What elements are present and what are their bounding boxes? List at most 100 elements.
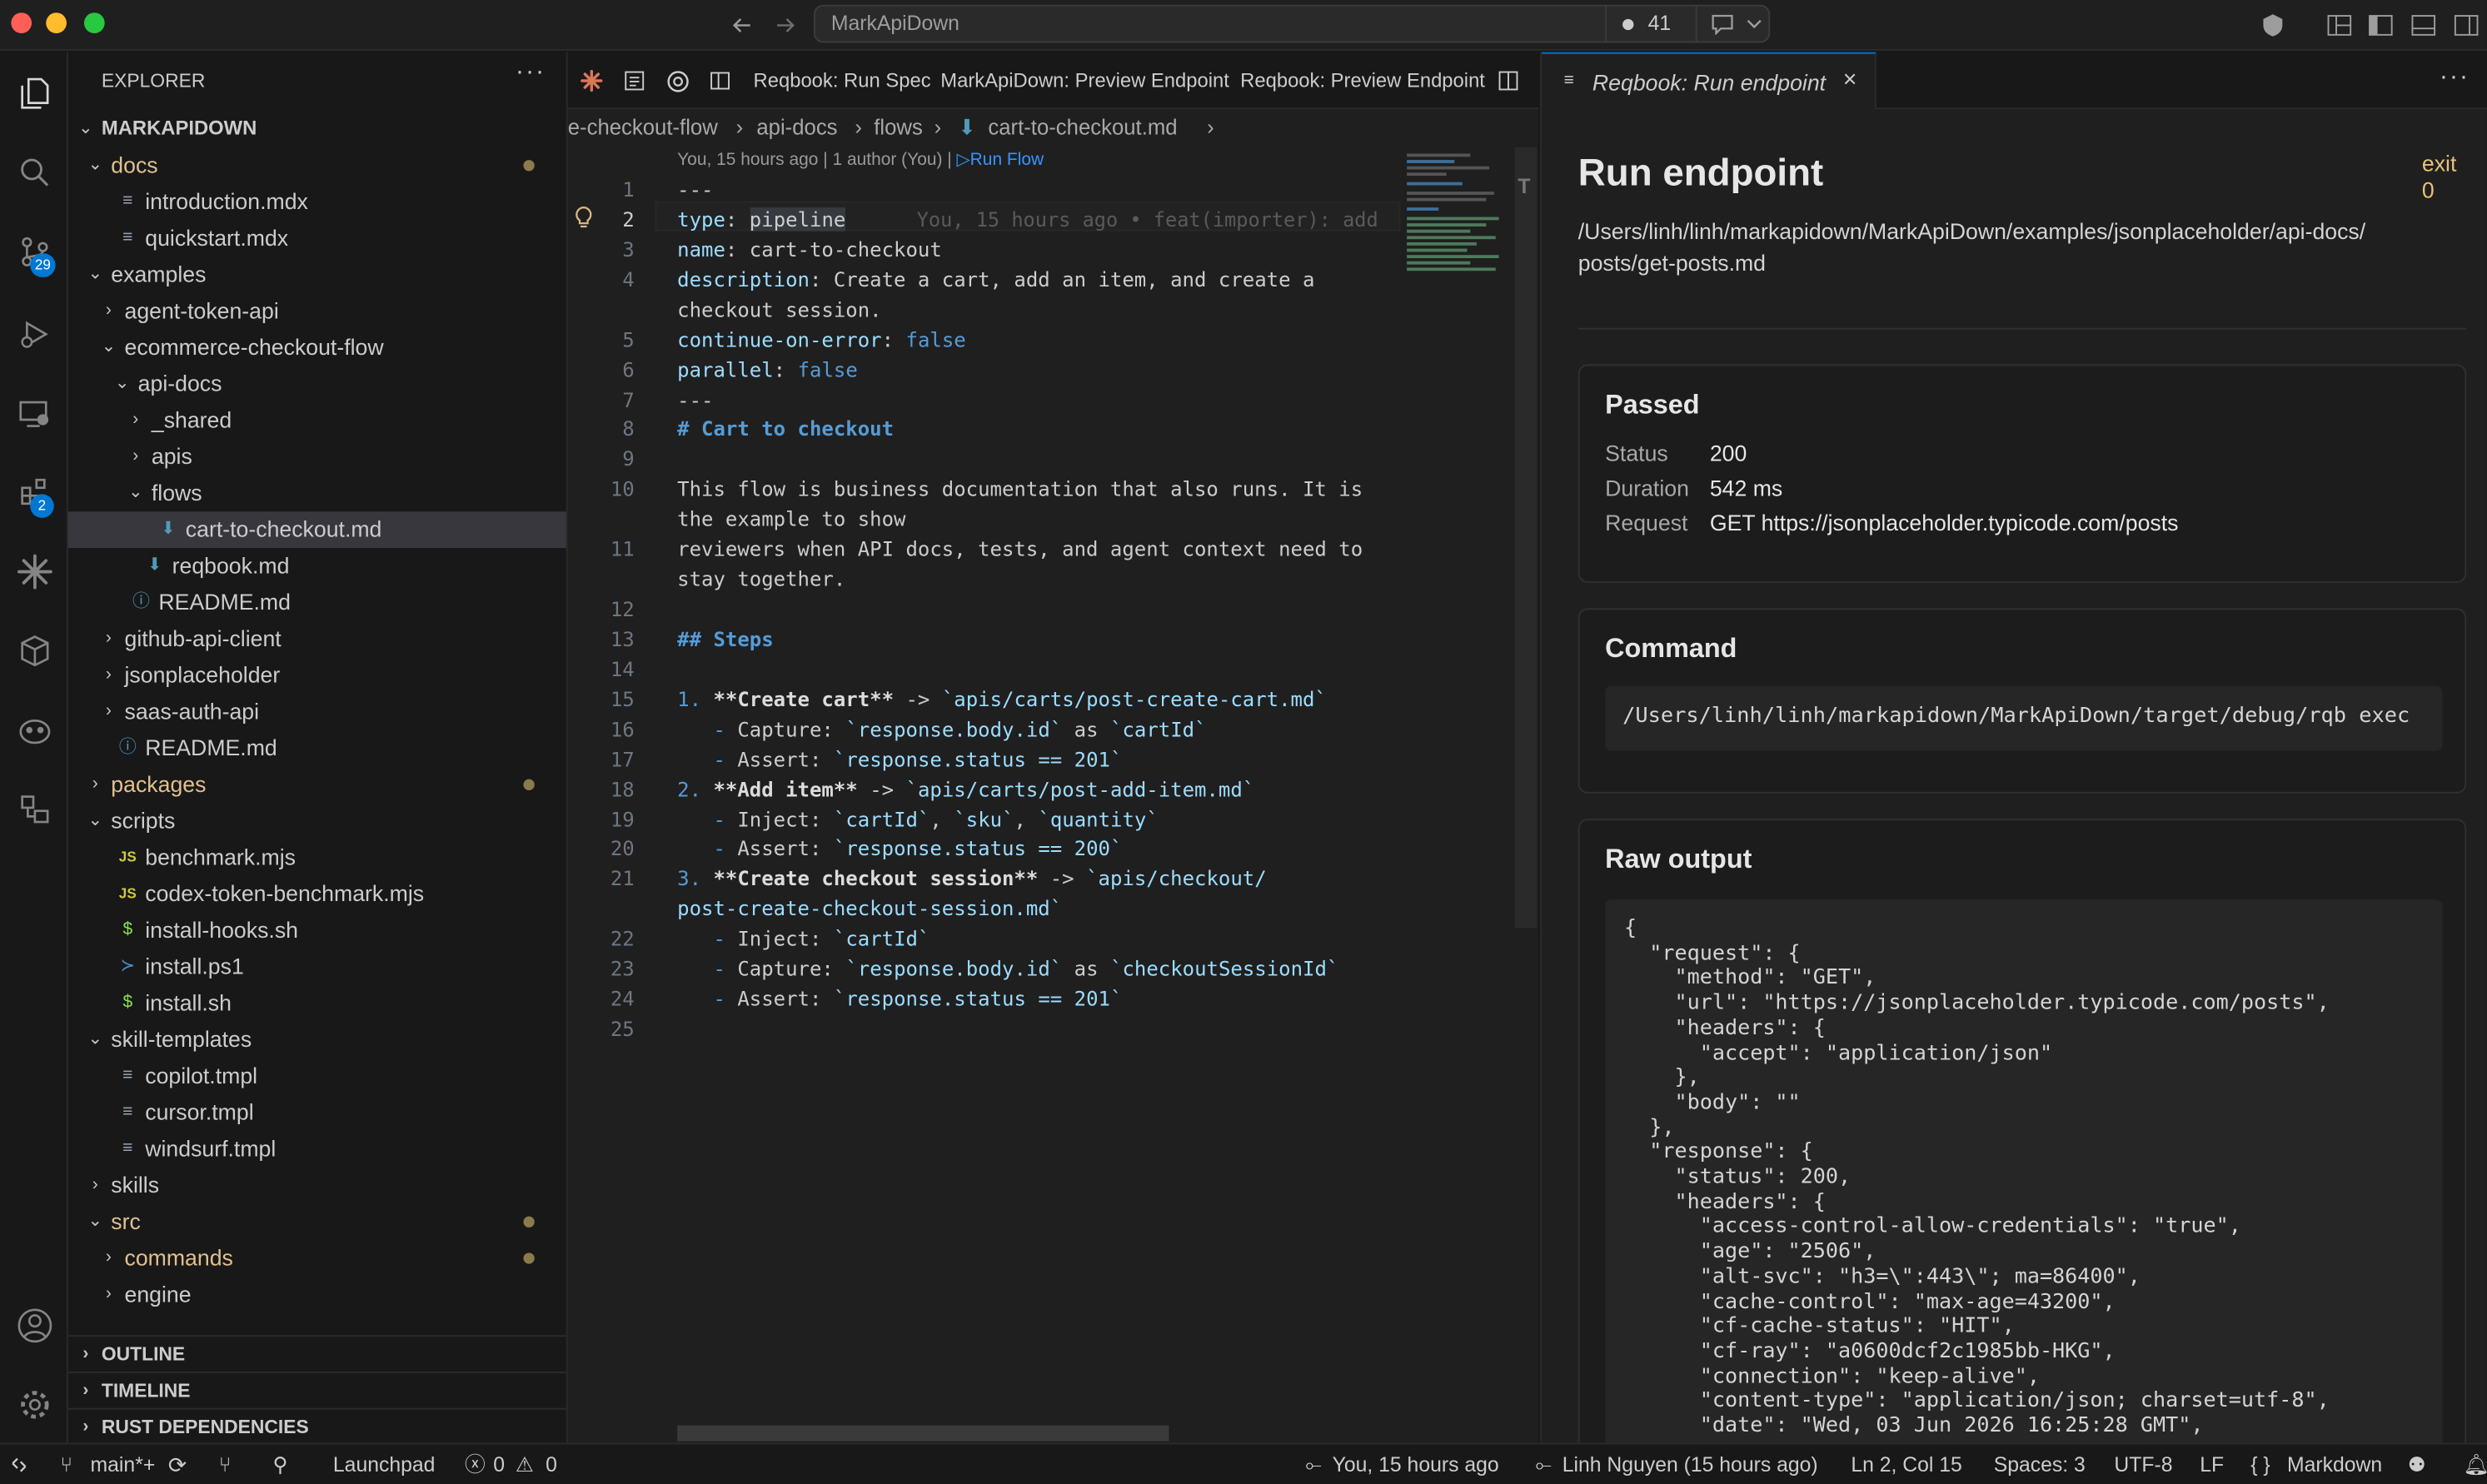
breadcrumb-item[interactable]: e-checkout-flow [568,109,718,147]
remote-explorer-icon[interactable] [9,388,60,439]
explorer-more-actions-icon[interactable]: ··· [516,58,546,87]
run-endpoint-tab[interactable]: ≡ Reqbook: Run endpoint × [1541,52,1876,110]
back-arrow-icon[interactable] [726,9,758,41]
openai-icon[interactable] [665,68,690,93]
file-item[interactable]: ≡ cursor.tmpl [68,1094,566,1131]
folder-item[interactable]: › commands [68,1240,566,1277]
folder-item[interactable]: ⌄ api-docs [68,366,566,402]
split-editor-icon[interactable] [1496,68,1521,93]
language-mode[interactable]: Markdown [2287,1444,2382,1484]
git-graph-icon[interactable]: ⑂ [219,1444,232,1484]
run-spec-action[interactable]: Reqbook: Run Spec [754,52,931,109]
run-flow-codelens[interactable]: ▷Run Flow [957,151,1044,170]
folder-item[interactable]: › agent-token-api [68,293,566,330]
indentation[interactable]: Spaces: 3 [1994,1444,2086,1484]
settings-gear-icon[interactable] [9,1379,60,1430]
folder-item[interactable]: ⌄ examples [68,256,566,293]
panel-more-actions-icon[interactable]: ··· [2440,63,2470,92]
folder-item[interactable]: ⌄ src [68,1203,566,1240]
author-status[interactable]: Linh Nguyen (15 hours ago) [1562,1444,1818,1484]
file-item[interactable]: ⬇ cart-to-checkout.md [67,511,566,549]
folder-item[interactable]: › engine [68,1277,566,1313]
file-item[interactable]: ≡ quickstart.mdx [68,220,566,256]
accounts-shield-icon[interactable] [2257,9,2289,41]
remote-indicator-icon[interactable] [3,1449,35,1481]
copilot-status-icon[interactable]: ⚉ [2408,1444,2426,1484]
containers-icon[interactable] [9,625,60,676]
breadcrumb-item[interactable]: cart-to-checkout.md [988,109,1177,147]
folder-item[interactable]: › packages [68,766,566,803]
breadcrumb-item[interactable]: flows [874,109,923,147]
editor-horizontal-scrollbar[interactable] [677,1425,1169,1442]
end-of-line[interactable]: LF [2200,1444,2224,1484]
extensions-icon[interactable]: 2 [9,467,60,518]
folder-item[interactable]: › jsonplaceholder [68,657,566,694]
file-item[interactable]: ⓘ README.md [68,585,566,621]
file-item[interactable]: ≻ install.ps1 [68,949,566,985]
folder-item[interactable]: ⌄ flows [68,476,566,512]
minimap[interactable] [1403,147,1514,298]
encoding[interactable]: UTF-8 [2114,1444,2172,1484]
codelens-authors[interactable]: You, 15 hours ago | 1 author (You) | [677,151,956,170]
outline-section[interactable]: › OUTLINE [67,1335,566,1372]
command-box[interactable]: /Users/linh/linh/markapidown/MarkApiDown… [1605,685,2443,751]
folder-item[interactable]: › saas-auth-api [68,694,566,730]
blame-status[interactable]: You, 15 hours ago [1333,1444,1499,1484]
notebook-icon[interactable] [621,68,646,93]
code-area[interactable]: 1 --- 2 type: pipeline 3 name: cart-to-checko… [568,172,1408,1123]
timeline-section[interactable]: › TIMELINE [67,1371,566,1408]
search-icon[interactable] [9,147,60,198]
accounts-icon[interactable] [9,1300,60,1351]
folder-item[interactable]: ⌄ docs [68,147,566,184]
maximize-window-button[interactable] [83,12,105,33]
file-item[interactable]: $ install-hooks.sh [68,912,566,949]
customize-layout-icon[interactable] [2324,9,2355,41]
toggle-panel-icon[interactable] [2408,9,2440,41]
folder-item[interactable]: › _shared [68,402,566,439]
chevron-down-icon[interactable] [1742,9,1767,37]
folder-item[interactable]: › github-api-client [68,621,566,658]
editor-vertical-scrollbar[interactable]: T [1514,147,1538,929]
close-tab-icon[interactable]: × [1843,67,1857,93]
folder-item[interactable]: ⌄ ecommerce-checkout-flow [68,330,566,366]
claude-spark-icon[interactable] [579,68,604,93]
file-item[interactable]: JS benchmark.mjs [68,839,566,876]
forward-arrow-icon[interactable] [770,9,801,41]
reqbook-preview-action[interactable]: Reqbook: Preview Endpoint [1240,52,1485,109]
raw-output-box[interactable]: { "request": { "method": "GET", "url": "… [1605,899,2443,1467]
file-item[interactable]: ≡ introduction.mdx [68,184,566,221]
branch-name[interactable]: main*+ [91,1444,156,1484]
cursor-position[interactable]: Ln 2, Col 15 [1851,1444,1962,1484]
sync-icon[interactable]: ⟳ [168,1444,187,1484]
api-shapes-icon[interactable] [9,784,60,834]
workspace-root[interactable]: ⌄ MARKAPIDOWN [68,111,566,147]
folder-item[interactable]: ⌄ skill-templates [68,1022,566,1058]
source-control-icon[interactable]: 29 [9,227,60,277]
toggle-secondary-sidebar-icon[interactable] [2450,9,2482,41]
copilot-icon[interactable] [9,705,60,755]
file-item[interactable]: ≡ windsurf.tmpl [68,1131,566,1168]
file-item[interactable]: ≡ copilot.tmpl [68,1058,566,1094]
explorer-files-icon[interactable] [9,68,60,119]
command-center-search[interactable]: MarkApiDown 41 [813,4,1771,43]
warnings-count[interactable]: 0 [546,1444,557,1484]
chat-icon[interactable] [1707,9,1738,37]
folder-item[interactable]: › apis [68,439,566,476]
markapidown-preview-action[interactable]: MarkApiDown: Preview Endpoint [940,52,1229,109]
claude-spark-icon[interactable] [9,546,60,597]
folder-item[interactable]: › skills [68,1168,566,1204]
problems-indicator[interactable]: 41 [1605,6,1697,42]
open-preview-icon[interactable] [707,68,732,93]
toggle-primary-sidebar-icon[interactable] [2365,9,2396,41]
launchpad-button[interactable]: Launchpad [333,1444,436,1484]
notifications-bell-icon[interactable]: 🔔︎ [2463,1444,2487,1484]
file-item[interactable]: ⓘ README.md [68,730,566,767]
file-item[interactable]: ⬇ reqbook.md [68,548,566,585]
file-item[interactable]: $ install.sh [68,985,566,1022]
minimize-window-button[interactable] [46,12,67,33]
breadcrumb-item[interactable]: api-docs [756,109,837,147]
errors-count[interactable]: 0 [493,1444,505,1484]
rust-dependencies-section[interactable]: › RUST DEPENDENCIES [67,1407,566,1445]
file-item[interactable]: JS codex-token-benchmark.mjs [68,876,566,913]
folder-item[interactable]: ⌄ scripts [68,803,566,839]
